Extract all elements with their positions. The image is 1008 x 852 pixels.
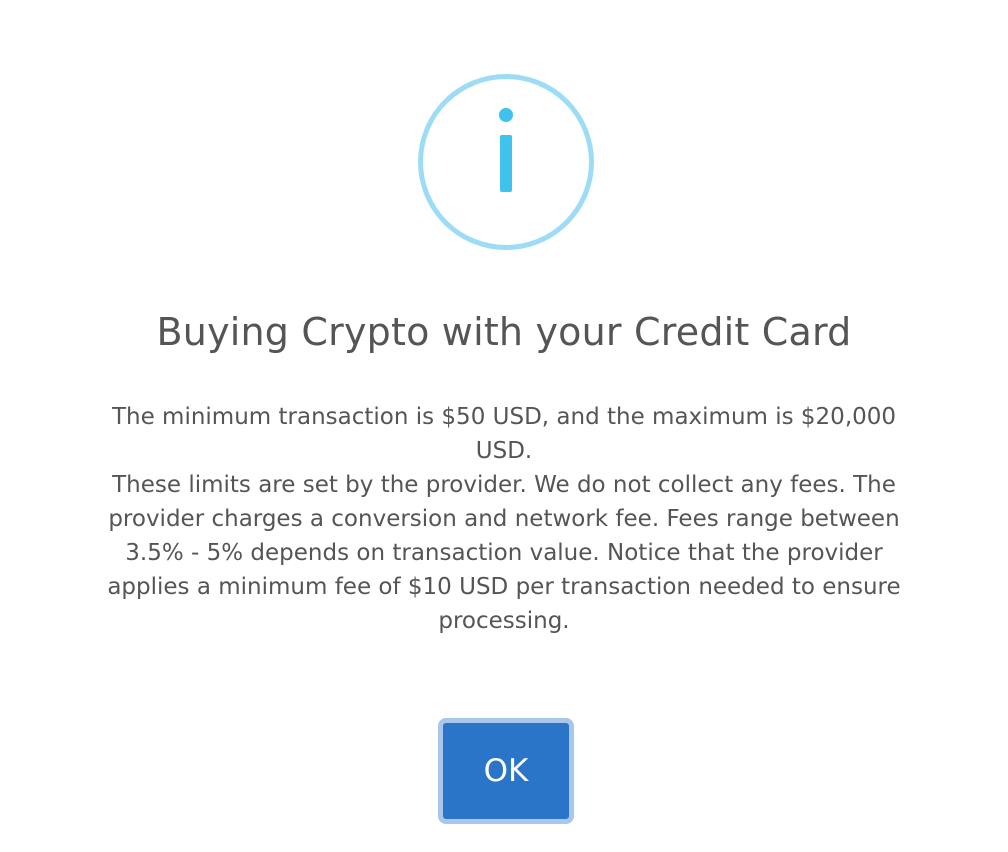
dialog-message: The minimum transaction is $50 USD, and … [94,400,914,638]
fees-text: These limits are set by the provider. We… [107,472,901,634]
info-icon [418,74,594,250]
info-icon-stem [500,135,512,192]
info-icon-dot [499,108,513,122]
dialog-title: Buying Crypto with your Credit Card [156,310,852,354]
ok-button[interactable]: OK [438,718,574,824]
limits-text: The minimum transaction is $50 USD, and … [111,404,897,464]
alert-dialog: Buying Crypto with your Credit Card The … [0,0,1008,852]
